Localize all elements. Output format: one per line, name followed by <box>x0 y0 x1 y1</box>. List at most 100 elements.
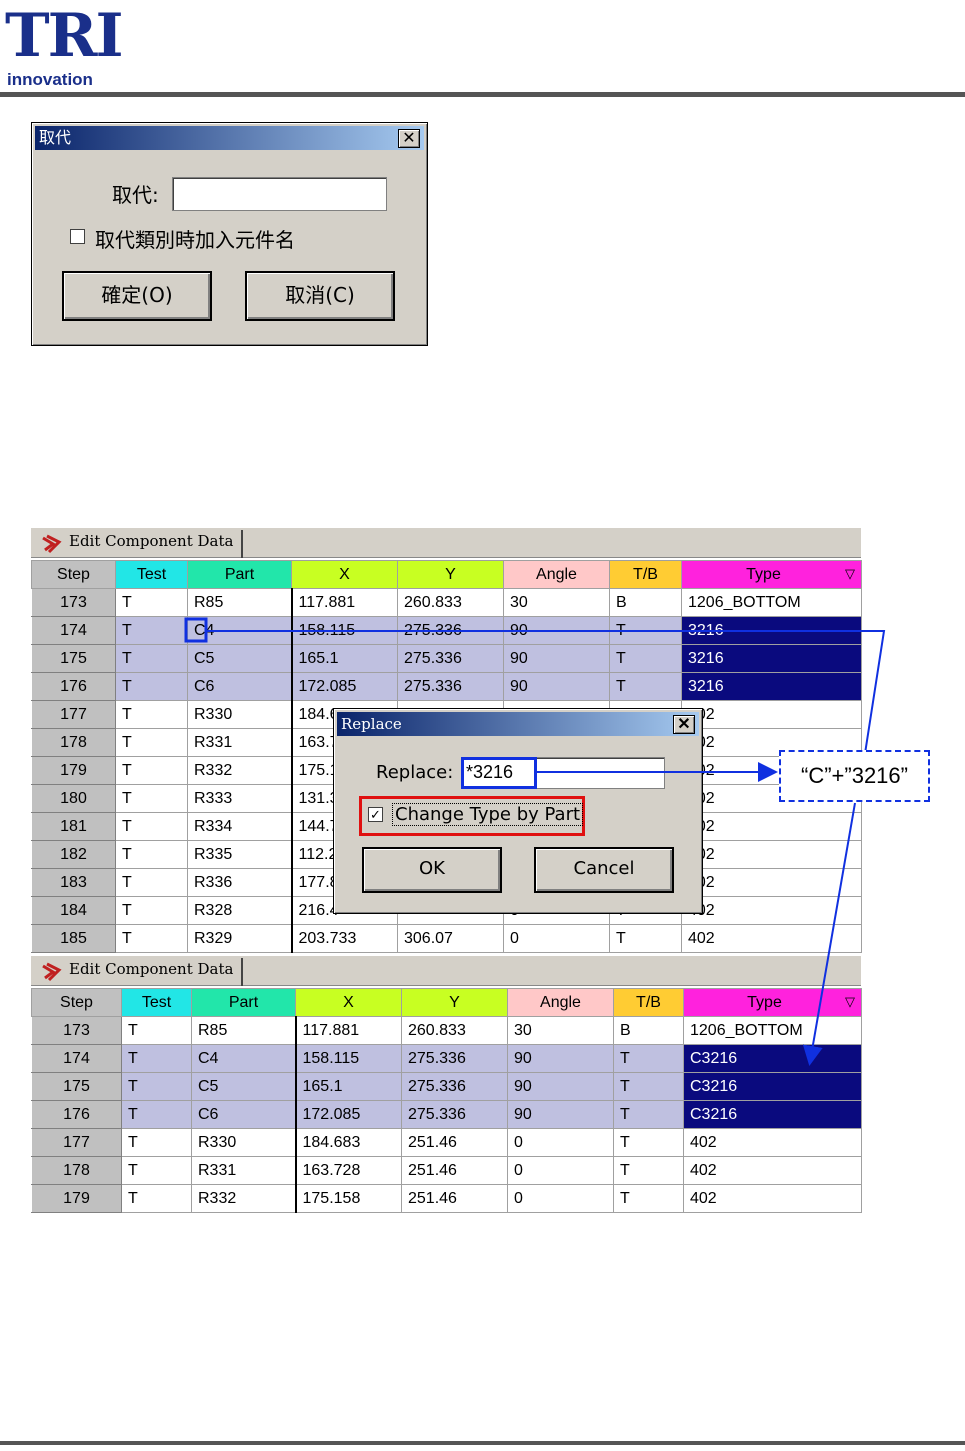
cell-tb[interactable]: T <box>609 924 682 953</box>
column-header-step[interactable]: Step <box>31 560 116 589</box>
cell-y[interactable]: 275.336 <box>397 644 504 673</box>
cell-part[interactable]: R336 <box>187 868 292 897</box>
cell-tb[interactable]: T <box>613 1128 684 1157</box>
cell-part[interactable]: R332 <box>187 756 292 785</box>
cell-type[interactable]: 402 <box>681 812 862 841</box>
cell-test[interactable]: T <box>115 756 188 785</box>
cell-test[interactable]: T <box>115 644 188 673</box>
cell-type[interactable]: 402 <box>683 1184 862 1213</box>
cell-x[interactable]: 203.733 <box>290 924 398 953</box>
cell-angle[interactable]: 0 <box>507 1128 614 1157</box>
cell-tb[interactable]: T <box>609 644 682 673</box>
cell-test[interactable]: T <box>115 588 188 617</box>
table-row[interactable]: 174 T C4 158.115 275.336 90 T 3216 <box>31 616 862 645</box>
cell-angle[interactable]: 90 <box>503 672 610 701</box>
replace-input[interactable] <box>172 177 387 211</box>
cell-angle[interactable]: 30 <box>507 1016 614 1045</box>
filter-icon[interactable]: ▽ <box>845 566 855 582</box>
close-icon[interactable]: ✕ <box>673 715 695 734</box>
cell-test[interactable]: T <box>115 784 188 813</box>
cell-x[interactable]: 165.1 <box>294 1072 402 1101</box>
cell-angle[interactable]: 90 <box>503 616 610 645</box>
cell-x[interactable]: 117.881 <box>290 588 398 617</box>
cell-type[interactable]: 402 <box>681 924 862 953</box>
cell-step[interactable]: 185 <box>31 924 116 953</box>
ok-button[interactable]: 確定(O) <box>62 271 212 321</box>
cell-part[interactable]: R332 <box>191 1184 296 1213</box>
table-row[interactable]: 173 T R85 117.881 260.833 30 B 1206_BOTTOM <box>31 588 862 617</box>
tab-edit-component-data[interactable]: Edit Component Data <box>35 958 244 986</box>
cell-y[interactable]: 275.336 <box>397 616 504 645</box>
cell-tb[interactable]: T <box>613 1044 684 1073</box>
table-row[interactable]: 176 T C6 172.085 275.336 90 T C3216 <box>31 1100 862 1129</box>
cell-part[interactable]: C6 <box>191 1100 296 1129</box>
cell-test[interactable]: T <box>115 616 188 645</box>
column-header-y[interactable]: Y <box>401 988 508 1017</box>
column-header-tb[interactable]: T/B <box>613 988 684 1017</box>
cell-step[interactable]: 182 <box>31 840 116 869</box>
cell-type[interactable]: 402 <box>681 700 862 729</box>
cell-type[interactable]: C3216 <box>683 1044 862 1073</box>
cell-x[interactable]: 158.115 <box>294 1044 402 1073</box>
cell-step[interactable]: 184 <box>31 896 116 925</box>
cell-part[interactable]: R331 <box>191 1156 296 1185</box>
cell-step[interactable]: 173 <box>31 1016 122 1045</box>
cancel-button[interactable]: 取消(C) <box>245 271 395 321</box>
cell-x[interactable]: 158.115 <box>290 616 398 645</box>
cell-test[interactable]: T <box>115 868 188 897</box>
table-row[interactable]: 175 T C5 165.1 275.336 90 T 3216 <box>31 644 862 673</box>
filter-icon[interactable]: ▽ <box>845 994 855 1010</box>
cell-tb[interactable]: T <box>613 1100 684 1129</box>
cell-x[interactable]: 184.683 <box>294 1128 402 1157</box>
cell-y[interactable]: 251.46 <box>401 1128 508 1157</box>
cell-test[interactable]: T <box>115 840 188 869</box>
cell-angle[interactable]: 30 <box>503 588 610 617</box>
cell-type[interactable]: C3216 <box>683 1072 862 1101</box>
table-row[interactable]: 177 T R330 184.683 251.46 0 T 402 <box>31 1128 862 1157</box>
add-part-name-checkbox[interactable] <box>70 229 85 244</box>
column-header-part[interactable]: Part <box>191 988 296 1017</box>
cell-part[interactable]: R85 <box>187 588 292 617</box>
cell-step[interactable]: 177 <box>31 1128 122 1157</box>
change-type-by-part-checkbox[interactable]: ✓ <box>368 807 383 822</box>
cell-test[interactable]: T <box>121 1156 192 1185</box>
cell-y[interactable]: 275.336 <box>401 1044 508 1073</box>
cell-step[interactable]: 183 <box>31 868 116 897</box>
cell-tb[interactable]: T <box>613 1156 684 1185</box>
cell-step[interactable]: 176 <box>31 1100 122 1129</box>
cell-y[interactable]: 306.07 <box>397 924 504 953</box>
cell-x[interactable]: 175.158 <box>294 1184 402 1213</box>
cell-x[interactable]: 117.881 <box>294 1016 402 1045</box>
cell-y[interactable]: 251.46 <box>401 1184 508 1213</box>
cell-part[interactable]: R331 <box>187 728 292 757</box>
cell-x[interactable]: 172.085 <box>290 672 398 701</box>
cell-tb[interactable]: B <box>613 1016 684 1045</box>
table-row[interactable]: 175 T C5 165.1 275.336 90 T C3216 <box>31 1072 862 1101</box>
column-header-y[interactable]: Y <box>397 560 504 589</box>
cell-part[interactable]: R333 <box>187 784 292 813</box>
cell-type[interactable]: 3216 <box>681 616 862 645</box>
cell-step[interactable]: 179 <box>31 1184 122 1213</box>
cell-y[interactable]: 260.833 <box>401 1016 508 1045</box>
cell-step[interactable]: 174 <box>31 616 116 645</box>
column-header-step[interactable]: Step <box>31 988 122 1017</box>
cell-type[interactable]: 402 <box>681 840 862 869</box>
cell-step[interactable]: 177 <box>31 700 116 729</box>
cell-angle[interactable]: 90 <box>507 1044 614 1073</box>
close-icon[interactable]: ✕ <box>398 129 420 148</box>
cell-part[interactable]: R329 <box>187 924 292 953</box>
cell-part[interactable]: C6 <box>187 672 292 701</box>
cell-y[interactable]: 260.833 <box>397 588 504 617</box>
cell-test[interactable]: T <box>115 672 188 701</box>
cell-part[interactable]: R328 <box>187 896 292 925</box>
table-row[interactable]: 173 T R85 117.881 260.833 30 B 1206_BOTTOM <box>31 1016 862 1045</box>
cell-x[interactable]: 172.085 <box>294 1100 402 1129</box>
table-row[interactable]: 174 T C4 158.115 275.336 90 T C3216 <box>31 1044 862 1073</box>
cell-type[interactable]: 402 <box>683 1156 862 1185</box>
cell-part[interactable]: R335 <box>187 840 292 869</box>
cell-step[interactable]: 178 <box>31 1156 122 1185</box>
cell-test[interactable]: T <box>121 1044 192 1073</box>
cell-type[interactable]: 3216 <box>681 672 862 701</box>
cell-step[interactable]: 174 <box>31 1044 122 1073</box>
cell-type[interactable]: 402 <box>681 896 862 925</box>
